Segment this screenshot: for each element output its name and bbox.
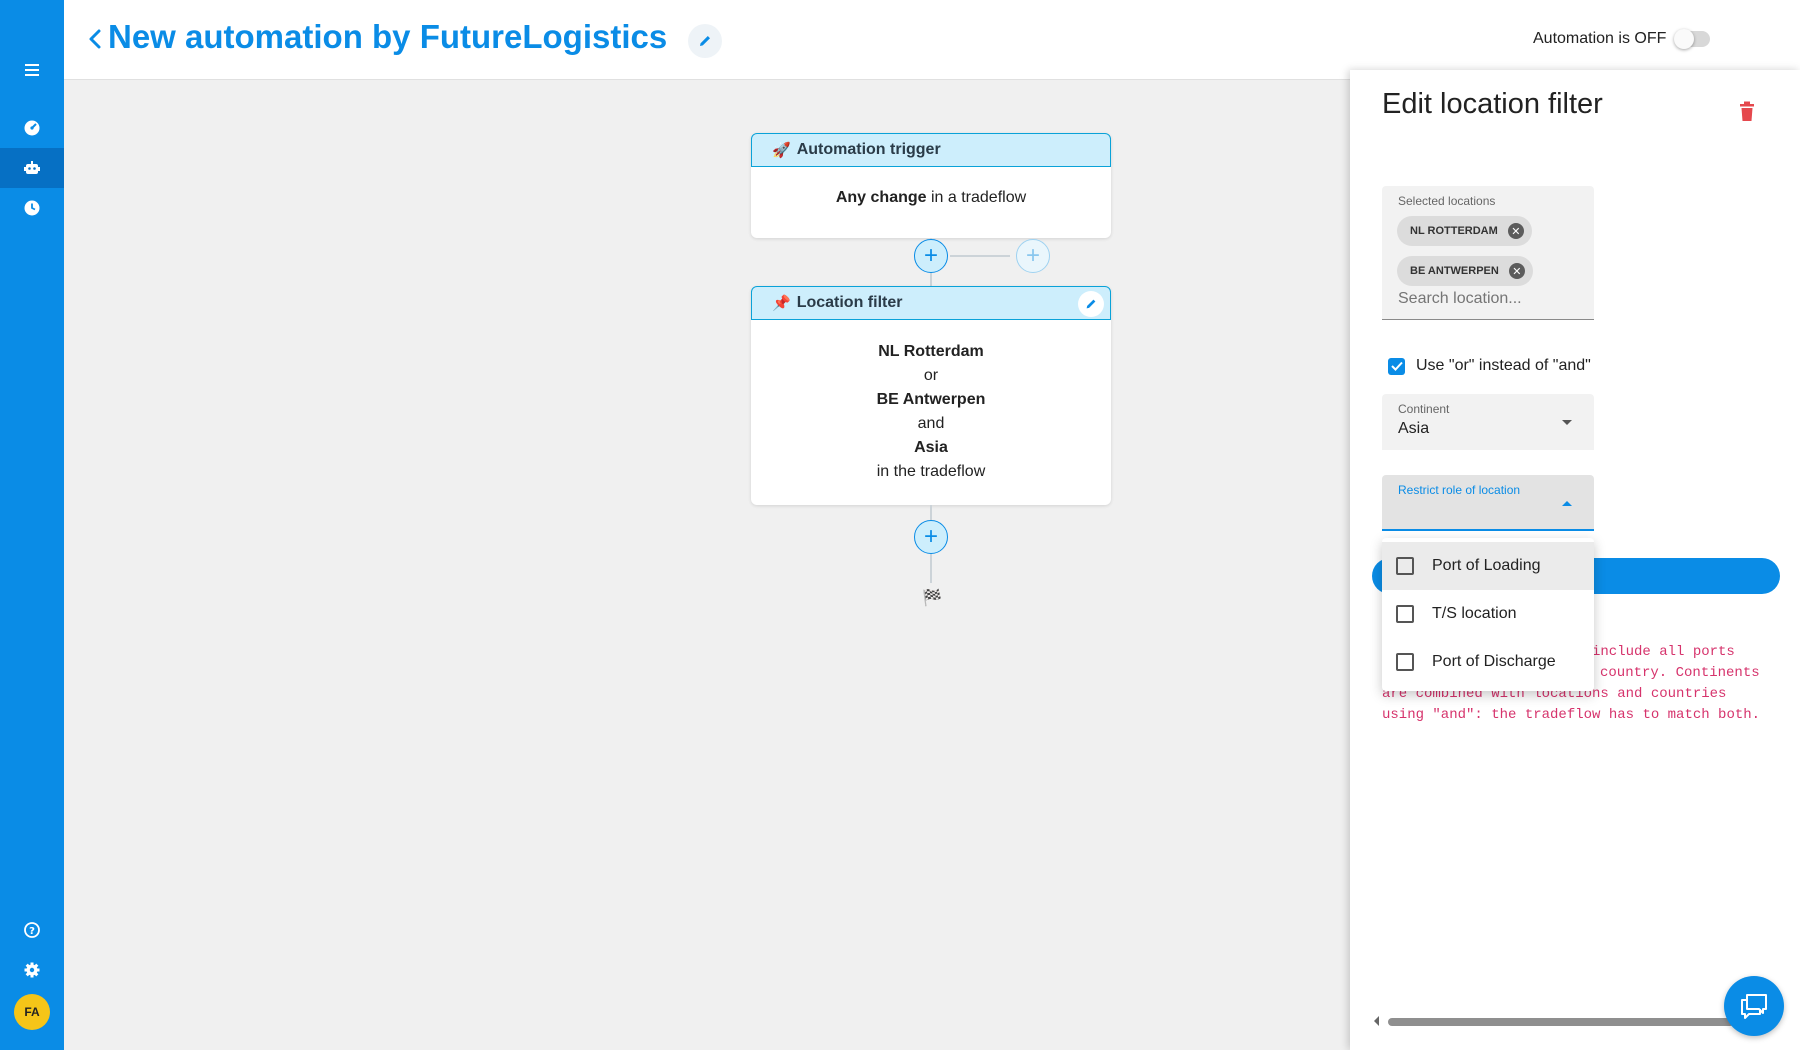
location-filter-node-body: NL Rotterdam or BE Antwerpen and Asia in… [751,320,1111,484]
filter-line: or [923,367,939,384]
filter-line: Asia [914,439,948,456]
rocket-icon: 🚀 [772,142,791,159]
checkbox-icon [1396,557,1414,575]
use-or-checkbox[interactable] [1388,357,1405,375]
location-filter-node-header: 📌 Location filter [751,286,1111,320]
svg-text:?: ? [29,926,35,937]
sidebar-item-settings[interactable] [0,950,64,990]
filter-line: in the tradeflow [876,463,986,480]
trigger-scope: in a tradeflow [926,189,1027,206]
remove-chip-icon[interactable]: ✕ [1507,223,1524,239]
help-text-line: using "and": the tradeflow has to match … [1382,707,1761,723]
chat-button[interactable] [1724,976,1784,1036]
back-button[interactable] [80,24,110,54]
automation-toggle[interactable] [1674,29,1710,49]
pin-icon: 📌 [772,295,791,312]
menu-button[interactable] [0,50,64,90]
trigger-node[interactable]: 🚀 Automation trigger Any change in a tra… [751,133,1111,238]
trigger-condition: Any change [835,189,927,206]
chip-label: BE ANTWERPEN [1410,265,1499,277]
delete-filter-button[interactable] [1736,100,1758,124]
clock-icon [24,200,40,216]
help-icon: ? [24,922,40,938]
remove-chip-icon[interactable]: ✕ [1508,263,1525,279]
page-title: New automation by FutureLogistics [108,18,668,55]
filter-line: NL Rotterdam [878,343,984,360]
automation-status-label: Automation is OFF [1533,30,1667,47]
restrict-role-select[interactable]: Restrict role of location [1382,475,1594,531]
continent-label: Continent [1398,402,1450,416]
robot-icon [24,161,40,174]
location-filter-node[interactable]: 📌 Location filter NL Rotterdam or BE Ant… [751,286,1111,505]
trash-icon [1740,101,1754,121]
pencil-icon [1086,299,1096,309]
role-option-label: Port of Loading [1432,557,1541,574]
selected-locations-field[interactable]: Selected locations NL ROTTERDAM ✕ BE ANT… [1382,186,1594,320]
add-step-button[interactable]: + [914,239,948,273]
checkbox-icon [1396,605,1414,623]
use-or-checkbox-row[interactable]: Use "or" instead of "and" [1388,357,1591,375]
selected-locations-label: Selected locations [1398,194,1496,208]
checkbox-icon [1396,653,1414,671]
panel-title: Edit location filter [1382,88,1603,120]
branch-line [950,255,1010,257]
trigger-node-title: Automation trigger [796,141,941,158]
check-icon [1390,361,1403,371]
sidebar-item-history[interactable] [0,188,64,228]
sidebar: ? FA [0,0,64,1050]
continent-value: Asia [1398,420,1430,437]
sidebar-item-help[interactable]: ? [0,910,64,950]
trigger-node-body: Any change in a tradeflow [751,167,1111,207]
scroll-left-arrow[interactable] [1374,1016,1379,1026]
finish-flag-icon: 🏁 [922,590,942,607]
role-option-port-of-discharge[interactable]: Port of Discharge [1382,638,1594,686]
role-options-menu: Port of Loading T/S location Port of Dis… [1382,538,1594,691]
caret-up-icon [1562,501,1572,506]
location-filter-node-title: Location filter [796,294,903,311]
chat-icon [1741,994,1767,1019]
avatar[interactable]: FA [14,994,50,1030]
search-location-input[interactable] [1398,290,1578,308]
horizontal-scrollbar[interactable] [1388,1018,1734,1026]
filter-line: and [917,415,945,432]
role-option-ts-location[interactable]: T/S location [1382,590,1594,638]
page-header: New automation by FutureLogistics Automa… [64,0,1800,80]
sidebar-item-automations[interactable] [0,148,64,188]
edit-title-button[interactable] [688,24,722,58]
dashboard-icon [24,120,40,136]
restrict-role-label: Restrict role of location [1398,483,1521,497]
chip-label: NL ROTTERDAM [1410,225,1498,237]
settings-icon [24,962,40,978]
continent-select[interactable]: Continent Asia [1382,394,1594,450]
chevron-left-icon [89,29,101,49]
location-chip[interactable]: NL ROTTERDAM ✕ [1397,216,1532,246]
trigger-node-header: 🚀 Automation trigger [751,133,1111,167]
flow-canvas: 🚀 Automation trigger Any change in a tra… [64,80,1350,1050]
use-or-checkbox-label: Use "or" instead of "and" [1416,357,1591,374]
sidebar-item-dashboard[interactable] [0,108,64,148]
role-option-port-of-loading[interactable]: Port of Loading [1382,542,1594,590]
role-option-label: T/S location [1432,605,1517,622]
add-branch-button[interactable]: + [1016,239,1050,273]
role-option-label: Port of Discharge [1432,653,1556,670]
filter-line: BE Antwerpen [876,391,986,408]
pencil-icon [700,36,710,46]
edit-node-button[interactable] [1078,291,1104,317]
add-step-button[interactable]: + [914,520,948,554]
menu-icon [25,64,39,76]
location-chip[interactable]: BE ANTWERPEN ✕ [1397,256,1533,286]
caret-down-icon [1562,420,1572,425]
